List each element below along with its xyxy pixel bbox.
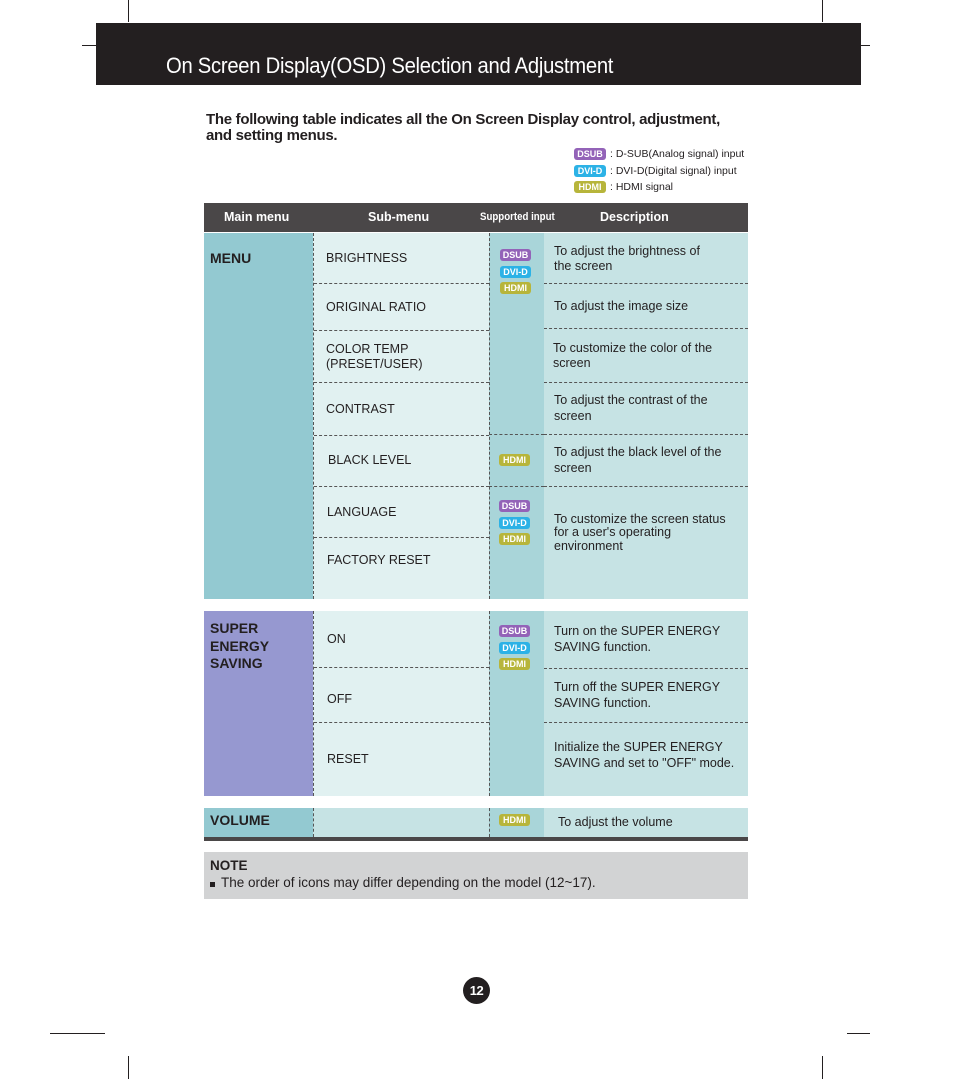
dvid-badge-icon: DVI-D <box>499 516 530 529</box>
description-text: To adjust the image size <box>554 299 689 314</box>
crop-mark <box>861 45 870 46</box>
volume-section: VOLUME HDMI To adjust the volume <box>204 808 748 837</box>
dsub-badge-icon: DSUB <box>499 500 530 512</box>
input-legend: DSUB : D-SUB(Analog signal) input DVI-D … <box>574 146 744 196</box>
hdmi-badge-icon: HDMI <box>499 533 530 545</box>
legend-text: : D-SUB(Analog signal) input <box>610 148 745 161</box>
sub-menu-item: RESET <box>327 752 369 766</box>
description-text: To customize the screen status for a use… <box>554 511 726 553</box>
crop-mark <box>82 45 96 46</box>
dsub-badge-icon: DSUB <box>574 148 606 161</box>
hdmi-badge-icon: HDMI <box>499 658 530 670</box>
legend-item-dsub: DSUB : D-SUB(Analog signal) input <box>574 146 744 163</box>
legend-text: : DVI-D(Digital signal) input <box>610 164 737 177</box>
menu-section: MENU BRIGHTNESS ORIGINAL RATIO COLOR TEM… <box>204 233 748 599</box>
note-box: NOTE The order of icons may differ depen… <box>204 852 748 899</box>
header-supported-input: Supported input <box>480 211 555 223</box>
table-bottom-rule <box>204 837 748 841</box>
main-menu-label: VOLUME <box>210 812 270 828</box>
sub-menu-item: ORIGINAL RATIO <box>326 299 427 314</box>
dsub-badge-icon: DSUB <box>500 249 531 261</box>
header-description: Description <box>600 210 669 224</box>
supported-inputs: HDMI <box>499 454 531 466</box>
page-header: On Screen Display(OSD) Selection and Adj… <box>96 23 861 85</box>
supported-inputs: DSUB DVI-D HDMI <box>499 625 531 670</box>
bullet-icon <box>210 882 215 887</box>
crop-mark <box>822 1056 823 1079</box>
main-menu-cell: VOLUME <box>204 808 313 837</box>
supported-inputs: DSUB DVI-D HDMI <box>500 249 532 294</box>
crop-mark <box>50 1033 105 1034</box>
sub-menu-item: BLACK LEVEL <box>328 452 412 467</box>
description-text: Turn on the SUPER ENERGY SAVING function… <box>554 624 721 654</box>
description-text: To adjust the brightness of the screen <box>554 243 700 274</box>
intro-text: The following table indicates all the On… <box>206 111 720 144</box>
description-text: To adjust the contrast of the screen <box>554 393 708 423</box>
crop-mark <box>822 0 823 22</box>
description-text: To adjust the volume <box>558 814 673 829</box>
legend-item-dvid: DVI-D : DVI-D(Digital signal) input <box>574 163 744 180</box>
note-item: The order of icons may differ depending … <box>210 875 596 890</box>
sub-menu-item: CONTRAST <box>326 401 395 416</box>
description-text: To adjust the black level of the screen <box>554 445 722 475</box>
legend-item-hdmi: HDMI : HDMI signal <box>574 179 744 196</box>
dsub-badge-icon: DSUB <box>499 625 530 637</box>
sub-menu-item: ON <box>327 631 346 646</box>
supported-inputs: HDMI <box>499 814 531 826</box>
sub-menu-column <box>313 808 490 837</box>
crop-mark <box>128 0 129 22</box>
description-text: Turn off the SUPER ENERGY SAVING functio… <box>554 680 720 710</box>
sub-menu-item: COLOR TEMP (PRESET/USER) <box>326 341 423 371</box>
crop-mark <box>128 1056 129 1079</box>
sub-menu-item: BRIGHTNESS <box>326 250 408 265</box>
crop-mark <box>847 1033 870 1034</box>
note-text: The order of icons may differ depending … <box>221 875 596 890</box>
main-menu-cell: MENU <box>204 233 313 599</box>
table-header: Main menu Sub-menu Supported input Descr… <box>204 203 748 232</box>
main-menu-label: MENU <box>210 250 252 266</box>
header-sub-menu: Sub-menu <box>368 210 430 224</box>
main-menu-cell: SUPER ENERGY SAVING <box>204 611 313 796</box>
sub-menu-item: LANGUAGE <box>327 504 397 519</box>
supported-inputs: DSUB DVI-D HDMI <box>499 500 531 545</box>
description-text: To customize the color of the screen <box>553 340 713 371</box>
divider <box>489 486 544 487</box>
dvid-badge-icon: DVI-D <box>499 641 530 654</box>
dvid-badge-icon: DVI-D <box>500 265 531 278</box>
hdmi-badge-icon: HDMI <box>499 814 530 826</box>
dvid-badge-icon: DVI-D <box>574 164 606 177</box>
header-main-menu: Main menu <box>224 210 290 224</box>
hdmi-badge-icon: HDMI <box>499 454 530 466</box>
hdmi-badge-icon: HDMI <box>574 181 606 194</box>
hdmi-badge-icon: HDMI <box>500 282 531 294</box>
page-title: On Screen Display(OSD) Selection and Adj… <box>166 53 614 78</box>
main-menu-label: SUPER ENERGY SAVING <box>210 620 269 671</box>
note-title: NOTE <box>210 858 248 873</box>
super-energy-saving-section: SUPER ENERGY SAVING ON OFF RESET DSUB DV… <box>204 611 748 796</box>
description-text: Initialize the SUPER ENERGY SAVING and s… <box>554 740 735 770</box>
divider <box>489 434 544 435</box>
sub-menu-item: FACTORY RESET <box>327 553 431 567</box>
page-number: 12 <box>463 977 490 1004</box>
legend-text: : HDMI signal <box>610 181 674 194</box>
